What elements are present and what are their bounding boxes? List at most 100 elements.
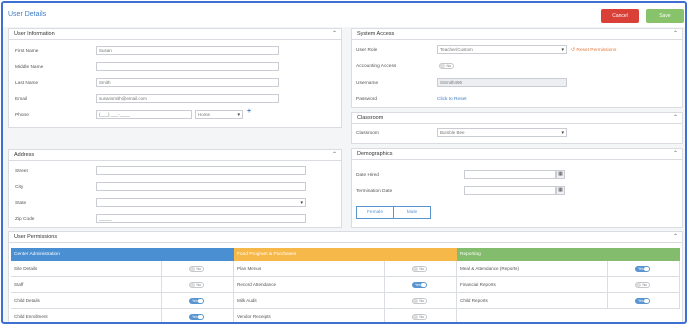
address-panel: Address ⌃ Street City State Zip Code ___… — [8, 149, 342, 228]
male-button[interactable]: Male — [393, 206, 431, 219]
panel-header: User Permissions ⌃ — [9, 232, 682, 243]
toggle-text: Yes — [192, 315, 198, 319]
phone-field[interactable]: (___) ___-____ — [96, 110, 192, 119]
permission-row: Child Details Yes — [11, 293, 234, 309]
permission-column: Center Administration Site Details No Staff… — [11, 248, 234, 322]
first-name-label: First Name — [15, 49, 39, 54]
toggle-knob — [440, 64, 445, 68]
calendar-icon[interactable]: ▦ — [556, 186, 565, 195]
permission-name: Milk Audit — [237, 298, 257, 303]
permission-toggle[interactable]: Yes — [189, 298, 204, 304]
user-permissions-panel: User Permissions ⌃ Center Administration… — [8, 231, 683, 322]
reset-permissions-link[interactable]: ↺ Reset Permissions — [571, 48, 616, 53]
permission-toggle[interactable]: No — [412, 298, 427, 304]
permission-toggle[interactable]: No — [189, 266, 204, 272]
permission-row: Meal & Attendance (Reports) Yes — [457, 261, 680, 277]
first-name-field[interactable]: Susan — [96, 46, 279, 55]
column-divider — [161, 277, 162, 293]
toggle-text: No — [196, 267, 201, 271]
permission-row: Site Details No — [11, 261, 234, 277]
chevron-up-icon[interactable]: ⌃ — [673, 233, 678, 240]
permission-column: Food Program & Purchases Plan Menus No Reco… — [234, 248, 457, 322]
toggle-text: No — [419, 315, 424, 319]
toggle-text: Yes — [192, 299, 198, 303]
permissions-grid: Center Administration Site Details No Staff… — [11, 248, 682, 322]
street-label: Street — [15, 169, 28, 174]
phone-label: Phone — [15, 113, 29, 118]
page-title: User Details — [8, 11, 47, 18]
toggle-knob — [644, 267, 649, 271]
column-divider — [384, 309, 385, 322]
column-divider — [607, 293, 608, 309]
column-divider — [607, 261, 608, 277]
toggle-knob — [198, 315, 203, 319]
panel-title: Demographics — [357, 151, 393, 157]
state-label: State — [15, 201, 27, 206]
permission-toggle[interactable]: Yes — [635, 266, 650, 272]
permission-column: Reporting Meal & Attendance (Reports) Yes F… — [457, 248, 680, 309]
state-select[interactable] — [96, 198, 306, 207]
toggle-knob — [413, 299, 418, 303]
panel-title: System Access — [357, 31, 395, 37]
user-role-select[interactable]: Teacher/Custom — [437, 45, 567, 54]
password-label: Password — [356, 97, 378, 102]
permission-toggle[interactable]: No — [189, 282, 204, 288]
phone-type-select[interactable]: Home — [195, 110, 243, 119]
permission-column-header: Reporting — [457, 248, 680, 261]
permission-name: Vendor Receipts — [237, 314, 271, 319]
city-field[interactable] — [96, 182, 306, 191]
classroom-select[interactable]: Bumble Bee — [437, 128, 567, 137]
save-button[interactable]: Save — [646, 9, 684, 23]
panel-header: Classroom ⌃ — [352, 113, 682, 124]
permission-row: Record Attendance Yes — [234, 277, 457, 293]
permission-toggle[interactable]: Yes — [189, 314, 204, 320]
permission-toggle[interactable]: No — [635, 282, 650, 288]
permission-name: Staff — [14, 282, 24, 287]
zip-code-label: Zip Code — [15, 217, 35, 222]
permission-row: Staff No — [11, 277, 234, 293]
app-frame: User Details Cancel Save User Informatio… — [1, 1, 687, 324]
username-field: SSmith496 — [437, 78, 567, 87]
calendar-icon[interactable]: ▦ — [556, 170, 565, 179]
top-bar: User Details Cancel Save — [3, 3, 685, 27]
female-button[interactable]: Female — [356, 206, 394, 219]
termination-date-label: Termination Date — [356, 189, 393, 194]
toggle-knob — [644, 299, 649, 303]
email-field[interactable]: susansmith@email.com — [96, 94, 279, 103]
permission-name: Plan Menus — [237, 266, 262, 271]
toggle-text: No — [446, 64, 451, 68]
permission-row: Plan Menus No — [234, 261, 457, 277]
chevron-up-icon[interactable]: ⌃ — [332, 30, 337, 37]
zip-code-field[interactable]: _____ — [96, 214, 306, 223]
permission-column-header: Food Program & Purchases — [234, 248, 457, 261]
toggle-knob — [198, 299, 203, 303]
middle-name-label: Middle Name — [15, 65, 44, 70]
cancel-button[interactable]: Cancel — [601, 9, 639, 23]
accounting-access-toggle[interactable]: No — [439, 63, 454, 69]
toggle-knob — [636, 283, 641, 287]
column-divider — [161, 293, 162, 309]
permission-toggle[interactable]: No — [412, 314, 427, 320]
chevron-up-icon[interactable]: ⌃ — [673, 150, 678, 157]
middle-name-field[interactable] — [96, 62, 279, 71]
street-field[interactable] — [96, 166, 306, 175]
panel-title: Classroom — [357, 115, 384, 121]
chevron-up-icon[interactable]: ⌃ — [332, 151, 337, 158]
accounting-access-label: Accounting Access — [356, 64, 397, 69]
date-hired-field[interactable] — [464, 170, 556, 179]
termination-date-field[interactable] — [464, 186, 556, 195]
chevron-up-icon[interactable]: ⌃ — [673, 30, 678, 37]
permission-row: Financial Reports No — [457, 277, 680, 293]
chevron-up-icon[interactable]: ⌃ — [673, 114, 678, 121]
user-role-label: User Role — [356, 48, 378, 53]
toggle-text: Yes — [638, 299, 644, 303]
toggle-text: No — [196, 283, 201, 287]
permission-toggle[interactable]: Yes — [412, 282, 427, 288]
permission-toggle[interactable]: Yes — [635, 298, 650, 304]
toggle-text: Yes — [415, 283, 421, 287]
reset-password-link[interactable]: Click to Reset — [437, 97, 467, 102]
add-phone-icon[interactable]: + — [247, 108, 251, 115]
permission-toggle[interactable]: No — [412, 266, 427, 272]
toggle-knob — [421, 283, 426, 287]
last-name-field[interactable]: Smith — [96, 78, 279, 87]
